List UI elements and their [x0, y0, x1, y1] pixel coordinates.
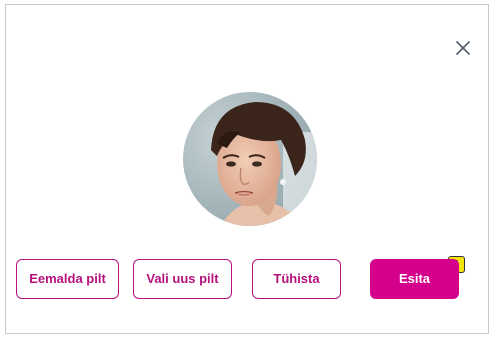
- choose-new-picture-button[interactable]: Vali uus pilt: [133, 259, 232, 299]
- avatar: [183, 92, 317, 226]
- cancel-label: Tühista: [273, 271, 320, 286]
- close-icon[interactable]: [452, 37, 474, 59]
- remove-picture-label: Eemalda pilt: [29, 271, 106, 286]
- remove-picture-button[interactable]: Eemalda pilt: [16, 259, 119, 299]
- avatar-image: [183, 92, 317, 226]
- cancel-button[interactable]: Tühista: [252, 259, 341, 299]
- submit-label: Esita: [398, 271, 431, 286]
- choose-new-picture-label: Vali uus pilt: [146, 271, 219, 286]
- submit-button[interactable]: Esita: [370, 259, 459, 299]
